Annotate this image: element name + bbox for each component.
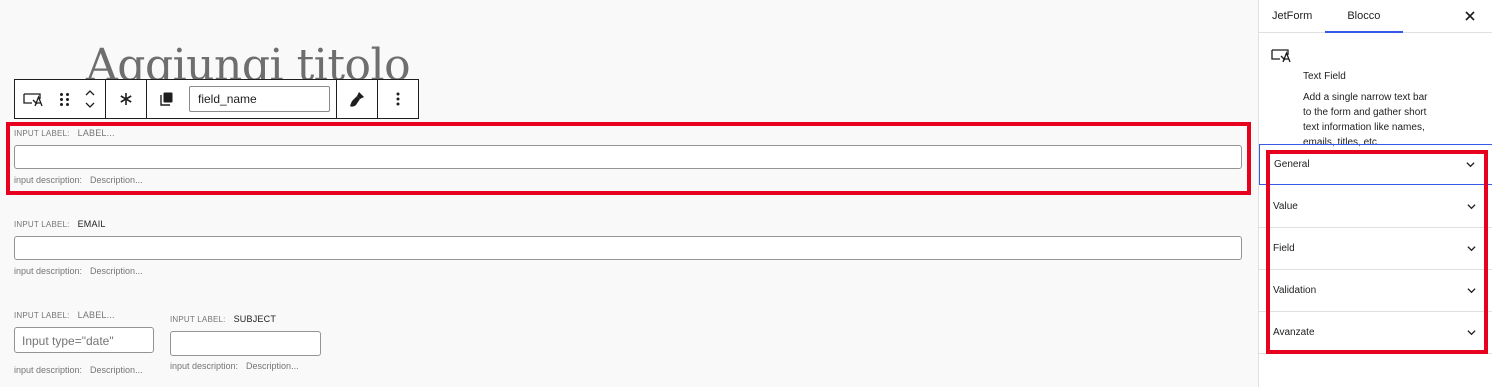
- label-prefix: INPUT LABEL:: [14, 311, 70, 320]
- options-group: [378, 80, 418, 118]
- field-label: INPUT LABEL: SUBJECT: [170, 314, 276, 324]
- block-card: Text Field Add a single narrow text bar …: [1259, 33, 1492, 148]
- panel-label: General: [1274, 159, 1310, 170]
- description-value[interactable]: Description...: [90, 175, 143, 185]
- panel-label: Validation: [1273, 285, 1317, 296]
- block-switcher-group: [15, 80, 106, 118]
- asterisk-icon[interactable]: [106, 80, 146, 118]
- field-description: input description: Description...: [14, 266, 143, 276]
- panel-label: Field: [1273, 243, 1295, 254]
- field-label: INPUT LABEL: EMAIL: [14, 219, 106, 229]
- chevron-down-icon: [1467, 246, 1476, 252]
- date-input[interactable]: Input type="date": [14, 327, 154, 353]
- description-value[interactable]: Description...: [246, 361, 299, 371]
- style-group: [337, 80, 378, 118]
- chevron-down-icon: [1466, 162, 1475, 168]
- tab-jetform[interactable]: JetForm: [1259, 0, 1325, 32]
- close-icon[interactable]: [1460, 6, 1480, 26]
- description-prefix: input description:: [14, 266, 83, 276]
- drag-handle-icon[interactable]: [53, 80, 75, 118]
- field-name-group: [147, 80, 337, 118]
- text-field-icon[interactable]: [15, 80, 53, 118]
- description-value[interactable]: Description...: [90, 266, 143, 276]
- block-toolbar: [14, 79, 419, 119]
- description-prefix: input description:: [14, 365, 83, 375]
- panel-general[interactable]: General: [1259, 144, 1492, 185]
- label-value[interactable]: LABEL...: [78, 128, 115, 138]
- label-value[interactable]: LABEL...: [78, 310, 115, 320]
- field-description: input description: Description...: [170, 361, 299, 371]
- panel-label: Avanzate: [1273, 327, 1315, 338]
- panel-field[interactable]: Field: [1259, 228, 1492, 270]
- panel-avanzate[interactable]: Avanzate: [1259, 312, 1492, 354]
- label-prefix: INPUT LABEL:: [170, 315, 226, 324]
- sidebar-tabs: JetForm Blocco: [1259, 0, 1492, 33]
- settings-sidebar: JetForm Blocco Text Field Add a single n…: [1258, 0, 1492, 387]
- panel-value[interactable]: Value: [1259, 186, 1492, 228]
- more-vertical-icon[interactable]: [378, 80, 418, 118]
- panel-label: Value: [1273, 201, 1298, 212]
- label-prefix: INPUT LABEL:: [14, 220, 70, 229]
- field-description: input description: Description...: [14, 175, 143, 185]
- tab-blocco[interactable]: Blocco: [1325, 0, 1404, 33]
- chevron-down-icon: [1467, 204, 1476, 210]
- move-up-down-icon[interactable]: [75, 80, 105, 118]
- text-field-icon: [1271, 47, 1293, 68]
- field-description: input description: Description...: [14, 365, 143, 375]
- field-label: INPUT LABEL: LABEL...: [14, 310, 115, 320]
- label-value[interactable]: SUBJECT: [234, 314, 276, 324]
- copy-icon[interactable]: [147, 80, 185, 118]
- field-label: INPUT LABEL: LABEL...: [14, 128, 115, 138]
- block-name: Text Field: [1303, 71, 1346, 82]
- required-group: [106, 80, 147, 118]
- subject-input[interactable]: [170, 331, 321, 356]
- editor-canvas: Aggiungi titolo field_name INPUT LABEL: …: [0, 0, 1258, 387]
- brush-icon[interactable]: [337, 80, 377, 118]
- description-value[interactable]: Description...: [90, 365, 143, 375]
- email-input[interactable]: [14, 236, 1242, 260]
- label-value[interactable]: EMAIL: [78, 219, 106, 229]
- field-name-input[interactable]: [189, 86, 330, 112]
- text-input[interactable]: [14, 145, 1242, 169]
- chevron-down-icon: [1467, 288, 1476, 294]
- panel-validation[interactable]: Validation: [1259, 270, 1492, 312]
- description-prefix: input description:: [170, 361, 239, 371]
- chevron-down-icon: [1467, 330, 1476, 336]
- block-description: Add a single narrow text bar to the form…: [1303, 92, 1428, 148]
- description-prefix: input description:: [14, 175, 83, 185]
- label-prefix: INPUT LABEL:: [14, 129, 70, 138]
